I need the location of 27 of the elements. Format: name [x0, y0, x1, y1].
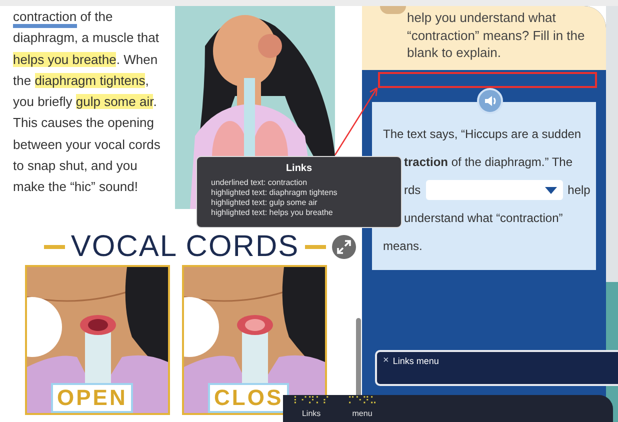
- answer-text: help: [568, 182, 590, 199]
- audio-button[interactable]: [477, 88, 503, 114]
- link-item[interactable]: underlined text: contraction: [211, 178, 387, 188]
- close-button[interactable]: ×: [383, 354, 389, 368]
- braille-cells: ⠇⠊⠝⠅⠎: [293, 395, 330, 408]
- section-heading: VOCAL CORDS: [70, 231, 300, 263]
- caret-icon: [544, 186, 557, 194]
- link-item[interactable]: highlighted text: gulp some air: [211, 198, 387, 208]
- answer-text: traction of the diaphragm.” The: [404, 154, 573, 171]
- panel-label: CLOS: [208, 383, 290, 413]
- braille-cells: ⠍⠑⠝⠥: [348, 395, 377, 408]
- expand-icon: [336, 240, 351, 254]
- expand-button[interactable]: [332, 235, 356, 259]
- link-item[interactable]: highlighted text: helps you breathe: [211, 208, 387, 218]
- avatar-icon: [380, 6, 406, 14]
- answer-text: rds: [404, 182, 421, 199]
- question-text: help you understand what “contraction” means? Fill in the blank to explain.: [407, 9, 586, 62]
- menu-label: Links menu: [392, 355, 439, 368]
- speaker-icon: [484, 95, 496, 107]
- answer-text: understand what “contraction”: [404, 210, 563, 227]
- tooltip-title: Links: [284, 162, 314, 176]
- link-item[interactable]: highlighted text: diaphragm tightens: [211, 188, 387, 198]
- answer-text: The text says, “Hiccups are a sudden: [383, 126, 582, 143]
- braille-label: Links: [302, 408, 321, 419]
- panel-label: OPEN: [51, 383, 134, 413]
- answer-text: means.: [383, 238, 422, 255]
- braille-label: menu: [352, 408, 372, 419]
